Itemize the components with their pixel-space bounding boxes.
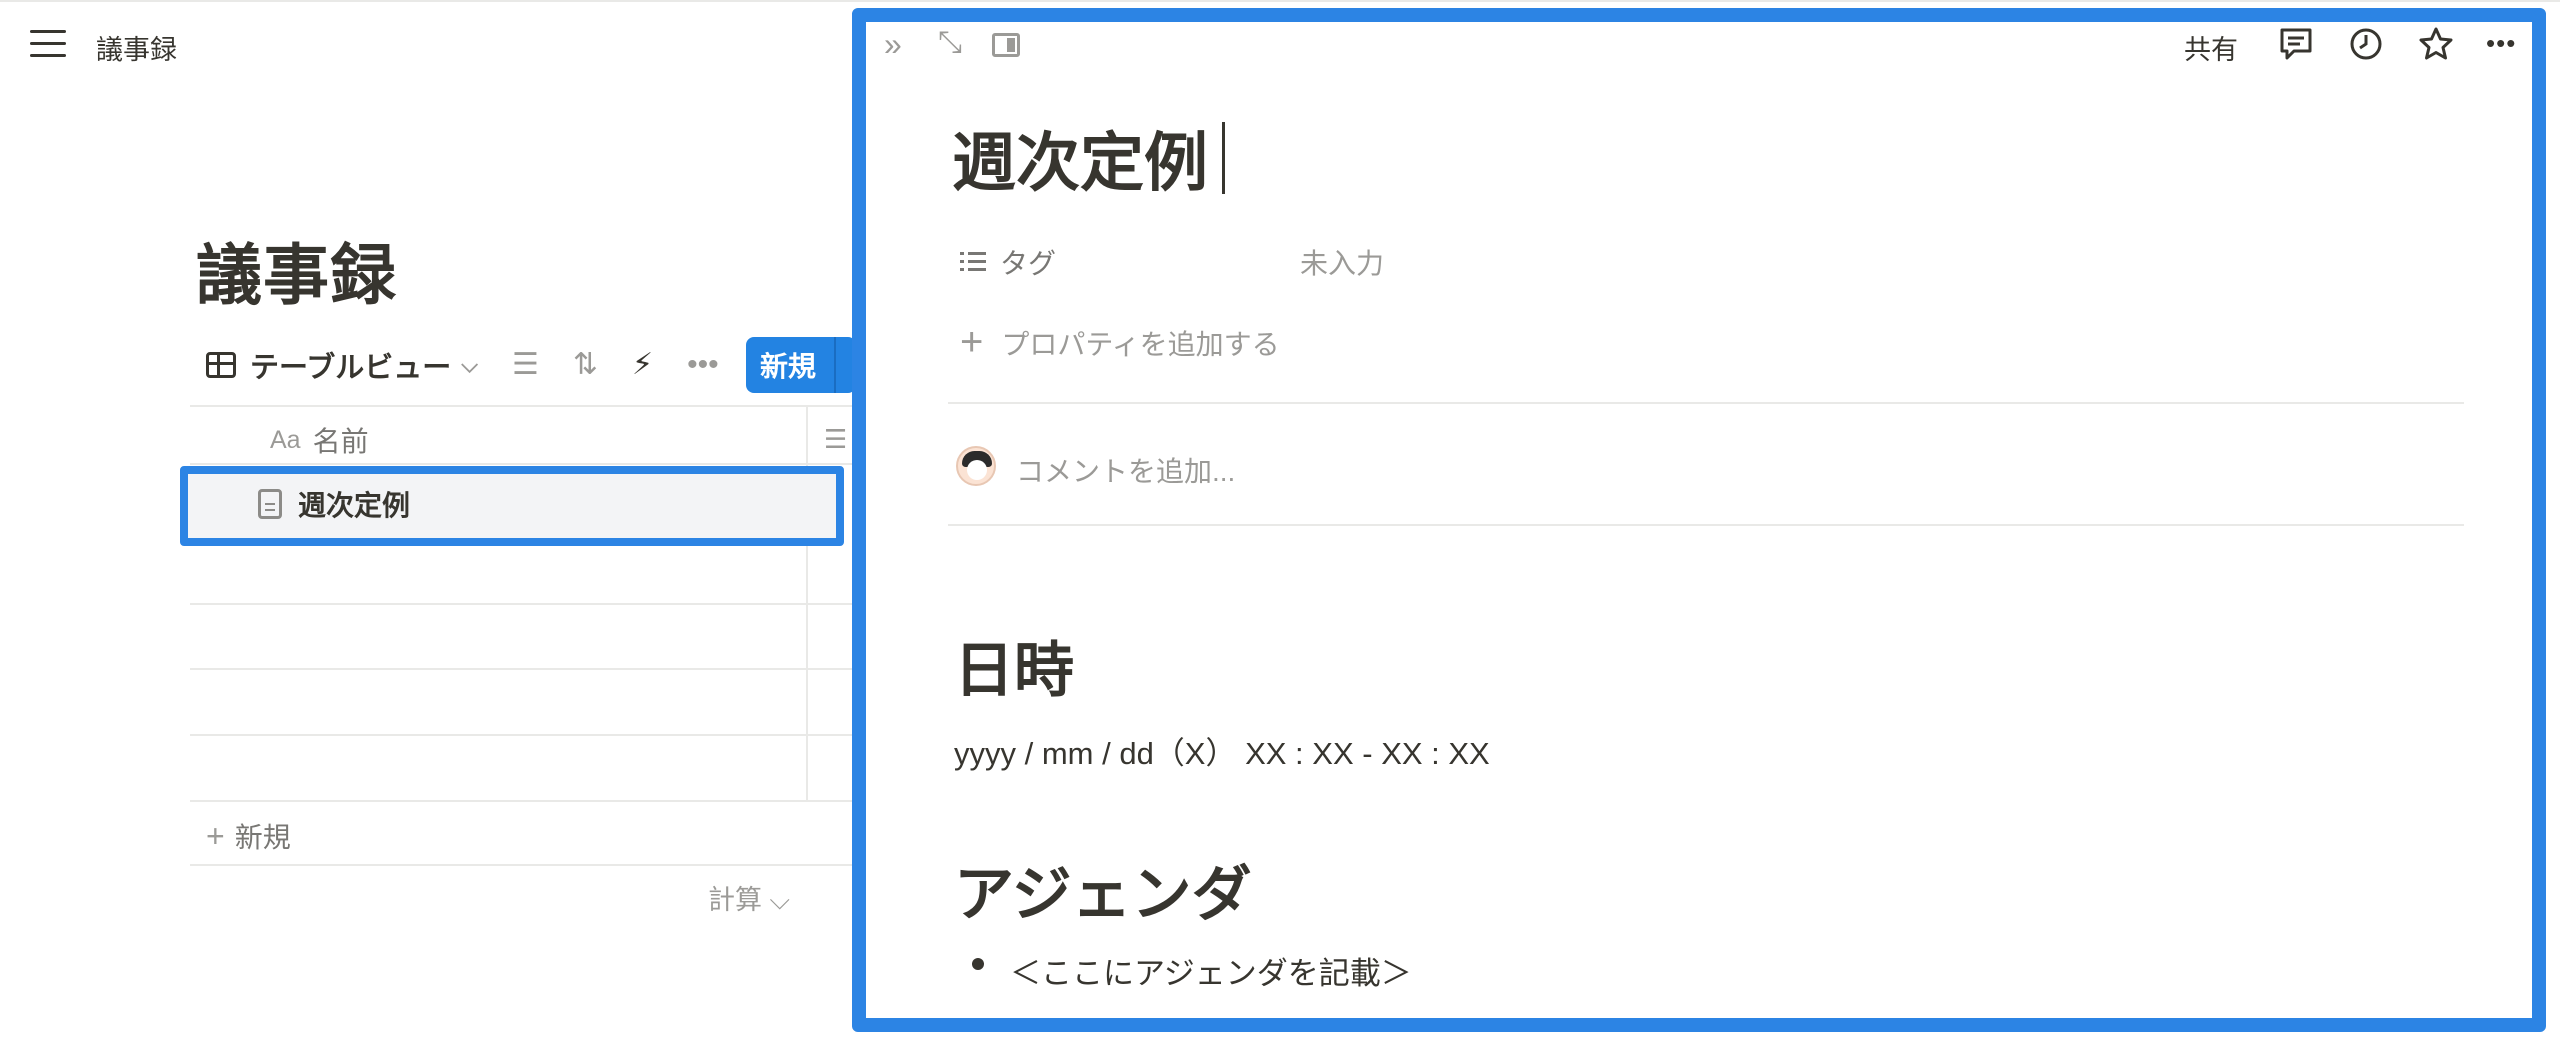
more-icon[interactable]: ••• [687, 350, 719, 380]
table-top-border [190, 405, 852, 407]
close-peek-icon[interactable]: » [884, 28, 902, 60]
text-cursor [1222, 122, 1225, 194]
page-title-text: 週次定例 [952, 127, 1208, 199]
new-button-label: 新規 [760, 351, 817, 382]
more-icon[interactable]: ••• [2486, 28, 2516, 59]
header-bottom-border [190, 463, 852, 465]
menu-icon[interactable] [30, 30, 66, 62]
star-icon[interactable] [2416, 24, 2456, 64]
share-button[interactable]: 共有 [2184, 28, 2238, 67]
divider [948, 524, 2464, 526]
peek-mode-icon[interactable] [992, 33, 1020, 57]
heading-agenda[interactable]: アジェンダ [954, 846, 1252, 933]
view-tab-table[interactable]: テーブルビュー ⌵ [206, 344, 478, 386]
top-border [0, 0, 2560, 2]
heading-datetime[interactable]: 日時 [954, 622, 1074, 709]
table-footer-border [190, 864, 852, 866]
text-type-icon: Aa [270, 425, 301, 454]
column-header-label: 名前 [312, 426, 369, 457]
new-button-divider [834, 337, 836, 393]
comment-input[interactable]: コメントを追加... [1016, 450, 1235, 490]
database-title[interactable]: 議事録 [196, 222, 397, 318]
add-row-label: 新規 [234, 822, 291, 853]
table-icon [206, 352, 236, 378]
avatar [956, 446, 996, 486]
page-title[interactable]: 週次定例 [952, 112, 1225, 204]
column-header-name[interactable]: Aa 名前 [270, 420, 369, 460]
datetime-text[interactable]: yyyy / mm / dd（X） XX : XX - XX : XX [954, 728, 1490, 773]
row-border [190, 734, 852, 736]
bullet-dot [972, 958, 984, 970]
add-property-label: プロパティを追加する [1001, 328, 1280, 360]
database-toolbar: テーブルビュー ⌵ ☰ ⇅ ⚡ ••• [206, 342, 719, 388]
add-property-button[interactable]: + プロパティを追加する [960, 320, 1280, 365]
page-icon [258, 489, 282, 519]
divider [948, 402, 2464, 404]
agenda-item[interactable]: ＜ここにアジェンダを記載＞ [1010, 948, 1412, 993]
view-tab-label: テーブルビュー [250, 352, 452, 384]
sort-icon[interactable]: ⇅ [573, 350, 598, 380]
column-divider [806, 405, 808, 802]
comment-icon[interactable] [2276, 24, 2316, 64]
filter-icon[interactable]: ☰ [512, 350, 539, 380]
property-tag[interactable]: タグ [960, 242, 1056, 282]
expand-icon[interactable]: ⤡ [938, 28, 962, 58]
property-name: タグ [1000, 248, 1057, 279]
row-title: 週次定例 [298, 490, 411, 521]
row-border [190, 603, 852, 605]
row-border [190, 800, 852, 802]
list-icon[interactable]: ☰ [824, 424, 847, 455]
clock-icon[interactable] [2346, 24, 2386, 64]
calculate-label: 計算 [708, 885, 762, 915]
automation-bolt-icon[interactable]: ⚡ [632, 350, 653, 380]
list-icon [960, 251, 986, 273]
chevron-down-icon: ⌵ [461, 352, 478, 377]
new-button[interactable]: 新規 [746, 337, 856, 393]
calculate-button[interactable]: 計算 ⌵ [708, 878, 790, 917]
chevron-down-icon: ⌵ [769, 885, 790, 915]
plus-icon: + [206, 818, 225, 854]
add-row-button[interactable]: + 新規 [206, 816, 291, 856]
table-row[interactable]: 週次定例 [258, 484, 410, 524]
property-value-empty[interactable]: 未入力 [1300, 242, 1384, 282]
peek-mode-icon-fill [1007, 38, 1015, 52]
plus-icon: + [960, 320, 984, 364]
breadcrumb-title[interactable]: 議事録 [96, 28, 177, 67]
row-border [190, 668, 852, 670]
